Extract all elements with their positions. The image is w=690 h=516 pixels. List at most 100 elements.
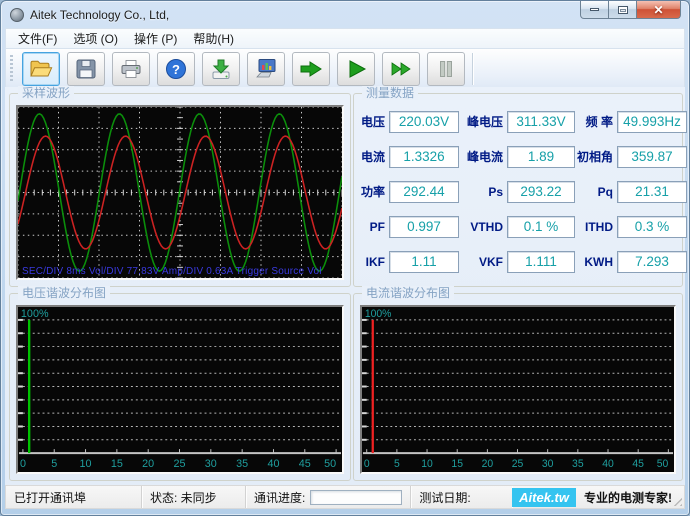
fast-forward-icon xyxy=(389,57,413,81)
maximize-button[interactable] xyxy=(609,1,636,19)
monitor-button[interactable] xyxy=(247,52,285,86)
status-state: 状态: 未同步 xyxy=(142,486,246,508)
status-progress-segment: 通讯进度: xyxy=(246,486,411,508)
statusbar: 已打开通讯埠 状态: 未同步 通讯进度: 测试日期: Aitek.tw 专业的电… xyxy=(5,485,685,509)
toolbar-separator xyxy=(472,53,473,85)
group-current-harmonics-title: 电流谐波分布图 xyxy=(362,286,454,300)
field-value-frequency: 49.993Hz xyxy=(617,111,687,133)
download-icon xyxy=(209,57,233,81)
toolbar: ? xyxy=(5,49,685,89)
svg-text:100%: 100% xyxy=(365,308,392,320)
status-slogan: 专业的电测专家! xyxy=(584,489,672,506)
menu-item-help[interactable]: 帮助(H) xyxy=(185,28,242,49)
field-value-current: 1.3326 xyxy=(389,146,459,168)
svg-text:45: 45 xyxy=(632,458,644,470)
svg-text:20: 20 xyxy=(142,458,154,470)
svg-text:0: 0 xyxy=(20,458,26,470)
save-floppy-icon xyxy=(74,57,98,81)
download-button[interactable] xyxy=(202,52,240,86)
fast-forward-button[interactable] xyxy=(382,52,420,86)
field-label-pq: Pq xyxy=(577,185,615,199)
field-label-phase-angle: 初相角 xyxy=(577,148,615,165)
field-label-current: 电流 xyxy=(359,148,387,165)
current-harmonics-chart: 05101520253035404550100% xyxy=(360,305,676,474)
close-icon: ✕ xyxy=(653,4,663,16)
toolbar-grip[interactable] xyxy=(10,55,13,83)
field-label-vkf: VKF xyxy=(461,255,505,269)
field-value-vthd: 0.1 % xyxy=(507,216,575,238)
svg-text:10: 10 xyxy=(80,458,92,470)
printer-icon xyxy=(119,57,143,81)
window-title: Aitek Technology Co., Ltd, xyxy=(30,8,169,22)
group-voltage-harmonics-title: 电压谐波分布图 xyxy=(18,286,110,300)
group-waveform: 采样波形 SEC/DIV 8ms Vol/DIV 77.83V Amp/DIV … xyxy=(9,93,351,287)
field-label-power: 功率 xyxy=(359,183,387,200)
menu-item-operate[interactable]: 操作 (P) xyxy=(126,28,185,49)
minimize-icon xyxy=(590,8,599,11)
field-label-kwh: KWH xyxy=(577,255,615,269)
field-value-pq: 21.31 xyxy=(617,181,687,203)
field-label-pf: PF xyxy=(359,220,387,234)
svg-text:?: ? xyxy=(172,62,180,77)
field-value-ithd: 0.3 % xyxy=(617,216,687,238)
field-label-frequency: 频 率 xyxy=(577,113,615,130)
field-label-voltage: 电压 xyxy=(359,113,387,130)
group-current-harmonics: 电流谐波分布图 05101520253035404550100% xyxy=(353,293,683,481)
run-arrow-icon xyxy=(299,57,323,81)
field-label-ps: Ps xyxy=(461,185,505,199)
svg-text:40: 40 xyxy=(602,458,614,470)
open-folder-icon xyxy=(29,57,53,81)
open-button[interactable] xyxy=(22,52,60,86)
menu-item-file[interactable]: 文件(F) xyxy=(10,28,65,49)
svg-text:20: 20 xyxy=(482,458,494,470)
svg-text:15: 15 xyxy=(451,458,463,470)
field-label-ikf: IKF xyxy=(359,255,387,269)
field-label-peak-voltage: 峰电压 xyxy=(461,113,505,130)
status-progress-label: 通讯进度: xyxy=(254,489,305,506)
svg-text:45: 45 xyxy=(299,458,311,470)
group-measurement-title: 测量数据 xyxy=(362,86,418,100)
run-button[interactable] xyxy=(292,52,330,86)
brand-badge: Aitek.tw xyxy=(512,488,576,507)
play-icon xyxy=(344,57,368,81)
play-button[interactable] xyxy=(337,52,375,86)
menu-item-options[interactable]: 选项 (O) xyxy=(65,28,126,49)
save-button[interactable] xyxy=(67,52,105,86)
field-value-pf: 0.997 xyxy=(389,216,459,238)
app-icon xyxy=(10,8,24,22)
svg-text:5: 5 xyxy=(51,458,57,470)
measurement-grid: 电压 220.03V 峰电压 311.33V 频 率 49.993Hz 电流 1… xyxy=(359,104,677,282)
field-label-ithd: ITHD xyxy=(577,220,615,234)
close-button[interactable]: ✕ xyxy=(636,1,681,19)
field-value-ps: 293.22 xyxy=(507,181,575,203)
window-controls: ✕ xyxy=(580,1,681,19)
pause-button[interactable] xyxy=(427,52,465,86)
status-port: 已打开通讯埠 xyxy=(6,486,142,508)
group-measurement: 测量数据 电压 220.03V 峰电压 311.33V 频 率 49.993Hz… xyxy=(353,93,683,287)
svg-text:100%: 100% xyxy=(21,308,49,320)
status-date-label: 测试日期: xyxy=(411,486,512,508)
field-value-power: 292.44 xyxy=(389,181,459,203)
field-value-ikf: 1.11 xyxy=(389,251,459,273)
svg-text:35: 35 xyxy=(236,458,248,470)
app-window: Aitek Technology Co., Ltd, ✕ 文件(F) 选项 (O… xyxy=(0,0,690,516)
waveform-plot xyxy=(18,107,342,278)
group-voltage-harmonics: 电压谐波分布图 05101520253035404550100% xyxy=(9,293,351,481)
current-harmonics-plot: 05101520253035404550100% xyxy=(362,307,674,472)
maximize-icon xyxy=(618,6,628,14)
svg-text:25: 25 xyxy=(173,458,185,470)
field-value-vkf: 1.111 xyxy=(507,251,575,273)
svg-text:5: 5 xyxy=(394,458,400,470)
print-button[interactable] xyxy=(112,52,150,86)
help-icon: ? xyxy=(164,57,188,81)
svg-text:35: 35 xyxy=(572,458,584,470)
svg-text:0: 0 xyxy=(364,458,370,470)
field-value-kwh: 7.293 xyxy=(617,251,687,273)
field-value-peak-current: 1.89 xyxy=(507,146,575,168)
svg-text:25: 25 xyxy=(512,458,524,470)
field-value-peak-voltage: 311.33V xyxy=(507,111,575,133)
minimize-button[interactable] xyxy=(580,1,609,19)
pause-icon xyxy=(434,57,458,81)
svg-text:10: 10 xyxy=(421,458,433,470)
help-button[interactable]: ? xyxy=(157,52,195,86)
